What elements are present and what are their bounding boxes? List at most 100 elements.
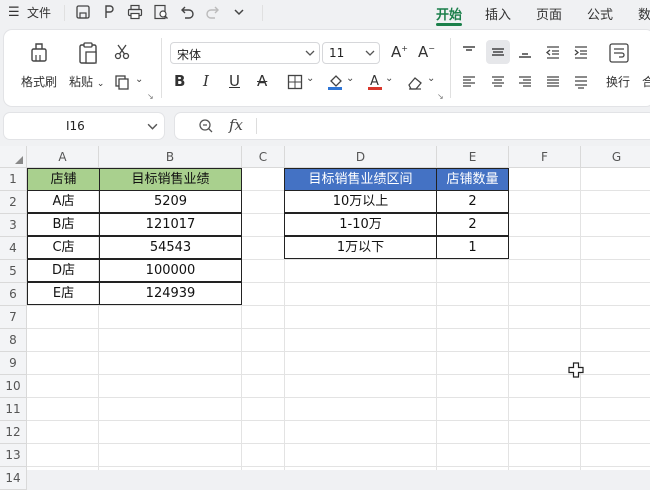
decrease-font-icon[interactable]: A− xyxy=(418,43,435,61)
row-header-12[interactable]: 12 xyxy=(0,421,27,444)
name-box[interactable]: I16 xyxy=(4,113,164,139)
copy-dropdown-icon[interactable]: ⌄ xyxy=(135,74,143,85)
table1-cell-target[interactable]: 100000 xyxy=(99,259,242,282)
row-header-2[interactable]: 2 xyxy=(0,191,27,214)
chevron-down-icon[interactable] xyxy=(147,121,158,132)
column-header-a[interactable]: A xyxy=(27,146,99,168)
column-header-b[interactable]: B xyxy=(99,146,242,168)
undo-icon[interactable] xyxy=(178,3,196,21)
table2-cell-range[interactable]: 1万以下 xyxy=(284,236,437,259)
export-pdf-icon[interactable] xyxy=(100,3,118,21)
column-header-e[interactable]: E xyxy=(437,146,509,168)
row-header-3[interactable]: 3 xyxy=(0,214,27,237)
format-painter-icon[interactable] xyxy=(26,40,52,66)
row-header-8[interactable]: 8 xyxy=(0,329,27,352)
strikethrough-icon[interactable]: A xyxy=(257,72,267,90)
formula-bar[interactable]: fx xyxy=(175,113,650,139)
table1-cell-target[interactable]: 121017 xyxy=(99,213,242,236)
column-header-c[interactable]: C xyxy=(242,146,285,168)
table1-header-store[interactable]: 店铺 xyxy=(27,168,100,191)
column-header-g[interactable]: G xyxy=(581,146,650,168)
row-header-5[interactable]: 5 xyxy=(0,260,27,283)
table1-cell-target[interactable]: 54543 xyxy=(99,236,242,259)
table2-header-range[interactable]: 目标销售业绩区间 xyxy=(284,168,437,191)
table2-cell-count[interactable]: 2 xyxy=(436,213,509,236)
menu-icon[interactable]: ☰ xyxy=(8,5,20,20)
print-preview-icon[interactable] xyxy=(152,3,170,21)
redo-icon[interactable] xyxy=(204,3,222,21)
border-icon[interactable] xyxy=(286,73,304,91)
table1-cell-store[interactable]: D店 xyxy=(27,259,100,282)
align-center-icon[interactable] xyxy=(489,73,507,91)
save-icon[interactable] xyxy=(74,3,92,21)
row-header-11[interactable]: 11 xyxy=(0,398,27,421)
bold-icon[interactable]: B xyxy=(174,72,185,90)
row-header-14[interactable]: 14 xyxy=(0,467,27,490)
table2-cell-count[interactable]: 1 xyxy=(436,236,509,259)
align-middle-icon[interactable] xyxy=(489,43,507,61)
row-header-4[interactable]: 4 xyxy=(0,237,27,260)
wrap-text-label[interactable]: 换行 xyxy=(606,73,630,90)
align-left-icon[interactable] xyxy=(460,73,478,91)
table1-cell-store[interactable]: B店 xyxy=(27,213,100,236)
align-top-icon[interactable] xyxy=(460,43,478,61)
font-name-select[interactable]: 宋体 xyxy=(170,42,320,64)
fill-color-icon[interactable] xyxy=(326,72,344,90)
copy-icon[interactable] xyxy=(113,73,131,91)
increase-indent-icon[interactable] xyxy=(572,43,590,61)
underline-icon[interactable]: U xyxy=(229,72,240,90)
italic-icon[interactable]: I xyxy=(203,72,209,90)
align-right-icon[interactable] xyxy=(516,73,534,91)
column-header-f[interactable]: F xyxy=(509,146,581,168)
font-color-dropdown-icon[interactable]: ⌄ xyxy=(385,73,393,84)
row-header-13[interactable]: 13 xyxy=(0,444,27,467)
spreadsheet-grid[interactable]: A B C D E F G 1 2 3 4 5 6 7 8 9 10 11 12… xyxy=(0,146,650,490)
wrap-text-icon[interactable] xyxy=(607,41,631,65)
paste-label[interactable]: 粘贴 ⌄ xyxy=(69,73,104,90)
file-menu[interactable]: 文件 xyxy=(27,4,51,21)
paste-icon[interactable] xyxy=(75,40,101,66)
dialog-launcher-icon[interactable]: ↘ xyxy=(147,92,154,101)
table1-cell-target[interactable]: 5209 xyxy=(99,190,242,213)
chevron-down-icon[interactable] xyxy=(230,3,248,21)
table2-cell-range[interactable]: 10万以上 xyxy=(284,190,437,213)
justify-icon[interactable] xyxy=(544,73,562,91)
table1-cell-store[interactable]: E店 xyxy=(27,282,100,305)
zoom-icon[interactable] xyxy=(197,117,215,135)
table2-header-count[interactable]: 店铺数量 xyxy=(436,168,509,191)
tab-page[interactable]: 页面 xyxy=(536,4,562,23)
tab-data[interactable]: 数 xyxy=(638,4,650,23)
cut-icon[interactable] xyxy=(113,43,131,61)
column-header-d[interactable]: D xyxy=(285,146,437,168)
clear-dropdown-icon[interactable]: ⌄ xyxy=(427,73,435,84)
tab-formula[interactable]: 公式 xyxy=(587,4,613,23)
table2-cell-range[interactable]: 1-10万 xyxy=(284,213,437,236)
select-all-corner[interactable] xyxy=(0,146,27,168)
decrease-indent-icon[interactable] xyxy=(544,43,562,61)
table1-cell-store[interactable]: A店 xyxy=(27,190,100,213)
row-header-9[interactable]: 9 xyxy=(0,352,27,375)
font-size-select[interactable]: 11 xyxy=(322,42,380,64)
row-header-1[interactable]: 1 xyxy=(0,168,27,191)
border-dropdown-icon[interactable]: ⌄ xyxy=(306,73,314,84)
increase-font-icon[interactable]: A+ xyxy=(391,43,408,61)
distributed-icon[interactable] xyxy=(572,73,590,91)
font-color-icon[interactable]: A xyxy=(366,72,384,90)
clear-format-icon[interactable] xyxy=(406,73,424,91)
table1-cell-target[interactable]: 124939 xyxy=(99,282,242,305)
format-painter-label[interactable]: 格式刷 xyxy=(21,73,57,90)
table1-cell-store[interactable]: C店 xyxy=(27,236,100,259)
row-header-7[interactable]: 7 xyxy=(0,306,27,329)
fx-icon[interactable]: fx xyxy=(229,116,243,134)
merge-label[interactable]: 合 xyxy=(642,73,650,90)
tab-home[interactable]: 开始 xyxy=(436,4,462,23)
row-header-10[interactable]: 10 xyxy=(0,375,27,398)
print-icon[interactable] xyxy=(126,3,144,21)
table1-header-target[interactable]: 目标销售业绩 xyxy=(99,168,242,191)
fill-color-dropdown-icon[interactable]: ⌄ xyxy=(346,73,354,84)
font-dialog-launcher-icon[interactable]: ↘ xyxy=(437,92,444,101)
tab-insert[interactable]: 插入 xyxy=(485,4,511,23)
align-bottom-icon[interactable] xyxy=(516,43,534,61)
row-header-6[interactable]: 6 xyxy=(0,283,27,306)
table2-cell-count[interactable]: 2 xyxy=(436,190,509,213)
